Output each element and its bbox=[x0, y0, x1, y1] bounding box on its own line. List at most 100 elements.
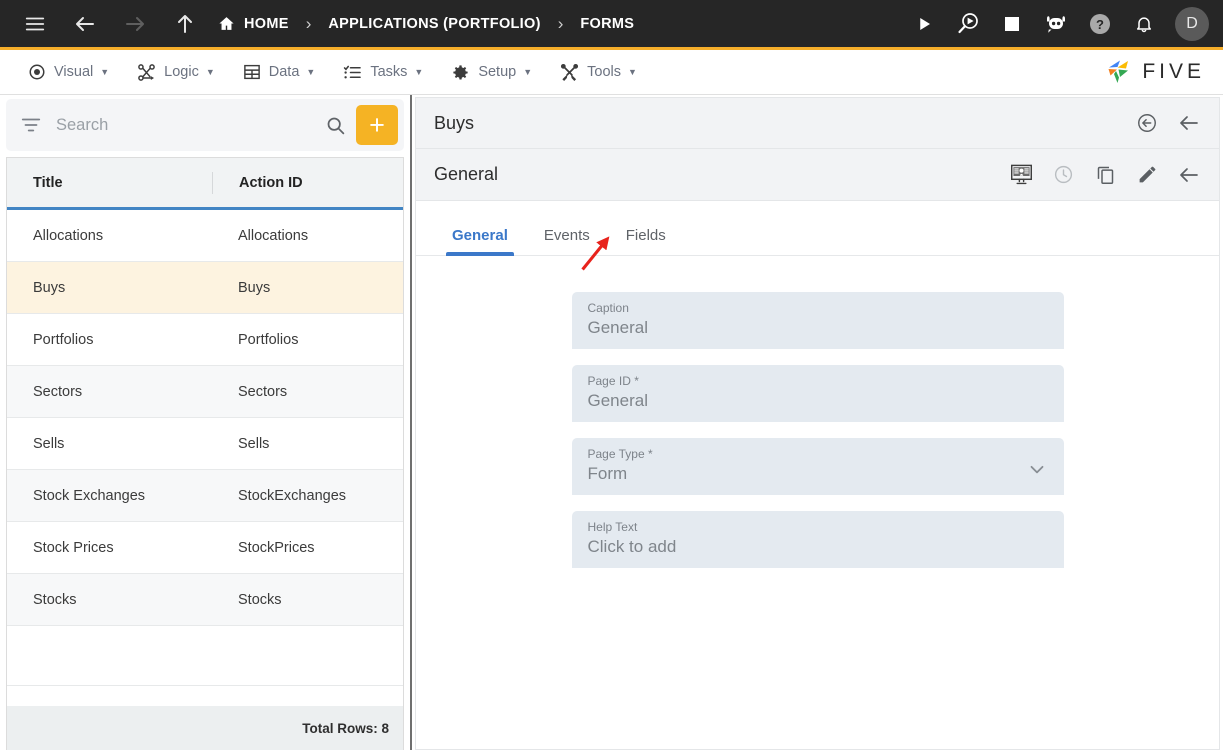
forms-grid-body: Allocations Allocations Buys Buys Portfo… bbox=[7, 210, 403, 706]
add-form-button[interactable]: + bbox=[356, 105, 398, 145]
tab-fields[interactable]: Fields bbox=[608, 227, 684, 255]
tab-general[interactable]: General bbox=[434, 227, 526, 256]
help-text-field[interactable]: Help Text Click to add bbox=[571, 511, 1064, 568]
duplicate-icon[interactable] bbox=[1093, 163, 1117, 187]
history-clock-icon bbox=[1051, 163, 1075, 187]
user-avatar[interactable]: D bbox=[1175, 6, 1209, 41]
cell-action-id: StockPrices bbox=[238, 539, 315, 556]
page-id-field-value: General bbox=[587, 391, 648, 410]
cell-title: Sells bbox=[33, 435, 65, 452]
breadcrumb-separator-2: › bbox=[557, 14, 564, 33]
svg-text:?: ? bbox=[1096, 17, 1104, 32]
hamburger-menu-icon[interactable] bbox=[18, 7, 52, 41]
nav-up-icon[interactable] bbox=[168, 7, 202, 41]
form-preview-icon[interactable] bbox=[1009, 163, 1033, 187]
debug-icon[interactable] bbox=[951, 7, 985, 41]
table-row[interactable]: Allocations Allocations bbox=[7, 210, 403, 262]
application-menu-bar: Visual ▼ Logic ▼ Data ▼ Tasks ▼ Setup ▼ … bbox=[0, 47, 1223, 95]
menu-item-setup-label: Setup bbox=[478, 64, 517, 80]
page-header-actions bbox=[1009, 163, 1205, 187]
chevron-down-icon: ▼ bbox=[414, 67, 424, 77]
menu-item-tools-label: Tools bbox=[587, 64, 621, 80]
search-input[interactable] bbox=[56, 115, 315, 135]
general-form: Caption General Page ID * General Page T… bbox=[416, 256, 1219, 749]
column-header-action-id[interactable]: Action ID bbox=[212, 171, 403, 194]
notifications-icon[interactable] bbox=[1127, 7, 1161, 41]
grid-empty-space bbox=[7, 626, 403, 686]
page-type-field-value: Form bbox=[587, 464, 628, 483]
bot-icon[interactable] bbox=[1039, 7, 1073, 41]
table-row[interactable]: Sectors Sectors bbox=[7, 366, 403, 418]
cell-action-id: Stocks bbox=[238, 591, 282, 608]
caption-field[interactable]: Caption General bbox=[571, 292, 1064, 349]
cell-title: Stock Exchanges bbox=[33, 487, 146, 504]
menu-item-tasks-label: Tasks bbox=[370, 64, 408, 80]
breadcrumb-home[interactable]: HOME bbox=[218, 15, 289, 32]
five-logo: FIVE bbox=[1106, 58, 1205, 86]
column-header-title[interactable]: Title bbox=[7, 175, 212, 191]
cell-action-id: Allocations bbox=[238, 227, 309, 244]
menu-item-tasks[interactable]: Tasks ▼ bbox=[329, 50, 437, 94]
cell-action-id: StockExchanges bbox=[238, 487, 347, 504]
back-arrow-icon[interactable] bbox=[1177, 163, 1201, 187]
table-row[interactable]: Portfolios Portfolios bbox=[7, 314, 403, 366]
eye-icon bbox=[28, 63, 46, 81]
gear-icon bbox=[451, 63, 470, 82]
chevron-down-icon[interactable] bbox=[1026, 458, 1048, 480]
breadcrumb-forms-label: FORMS bbox=[580, 15, 635, 32]
run-icon[interactable] bbox=[907, 7, 941, 41]
search-icon[interactable] bbox=[315, 115, 356, 136]
page-type-field[interactable]: Page Type * Form bbox=[571, 438, 1064, 495]
form-detail-panel: Buys General General Events Fields Capti… bbox=[412, 95, 1223, 750]
page-type-field-label: Page Type * bbox=[587, 447, 653, 461]
table-row[interactable]: Stock Exchanges StockExchanges bbox=[7, 470, 403, 522]
caption-field-label: Caption bbox=[587, 301, 629, 315]
help-text-field-label: Help Text bbox=[587, 520, 638, 534]
add-form-button-label: + bbox=[369, 109, 385, 140]
menu-item-logic[interactable]: Logic ▼ bbox=[123, 50, 229, 94]
menu-item-data-label: Data bbox=[268, 64, 300, 80]
stop-icon[interactable] bbox=[995, 7, 1029, 41]
page-title: General bbox=[434, 164, 499, 184]
form-detail-card: General Events Fields Caption General Pa… bbox=[415, 201, 1220, 750]
cell-title: Buys bbox=[33, 279, 66, 296]
breadcrumb-forms[interactable]: FORMS bbox=[580, 16, 634, 32]
table-row[interactable]: Buys Buys bbox=[7, 262, 403, 314]
table-row[interactable]: Sells Sells bbox=[7, 418, 403, 470]
nav-back-icon[interactable] bbox=[68, 7, 102, 41]
chevron-down-icon: ▼ bbox=[205, 67, 215, 77]
edit-pencil-icon[interactable] bbox=[1135, 163, 1159, 187]
breadcrumb-applications-label: APPLICATIONS (PORTFOLIO) bbox=[328, 15, 541, 32]
help-icon[interactable]: ? bbox=[1083, 7, 1117, 41]
chevron-down-icon: ▼ bbox=[100, 67, 110, 77]
nav-forward-icon[interactable] bbox=[118, 7, 152, 41]
cell-title: Stocks bbox=[33, 591, 77, 608]
flow-nodes-icon bbox=[137, 63, 156, 82]
record-header-actions bbox=[1135, 111, 1205, 135]
table-row[interactable]: Stocks Stocks bbox=[7, 574, 403, 626]
page-id-field[interactable]: Page ID * General bbox=[571, 365, 1064, 422]
table-row[interactable]: Stock Prices StockPrices bbox=[7, 522, 403, 574]
table-grid-icon bbox=[243, 63, 261, 81]
page-id-field-label: Page ID * bbox=[587, 374, 639, 388]
cell-title: Stock Prices bbox=[33, 539, 114, 556]
menu-item-tools[interactable]: Tools ▼ bbox=[546, 50, 651, 94]
search-bar: + bbox=[6, 99, 404, 151]
menu-item-data[interactable]: Data ▼ bbox=[229, 50, 330, 94]
tools-icon bbox=[560, 63, 579, 82]
cell-action-id: Portfolios bbox=[238, 331, 299, 348]
breadcrumb-applications[interactable]: APPLICATIONS (PORTFOLIO) bbox=[328, 16, 540, 32]
back-arrow-icon[interactable] bbox=[1177, 111, 1201, 135]
cell-title: Sectors bbox=[33, 383, 83, 400]
cell-action-id: Buys bbox=[238, 279, 271, 296]
five-wordmark: FIVE bbox=[1142, 60, 1205, 83]
forms-grid: Title Action ID Allocations Allocations … bbox=[6, 157, 404, 750]
revert-circle-icon[interactable] bbox=[1135, 111, 1159, 135]
forms-grid-header: Title Action ID bbox=[7, 158, 403, 210]
checklist-icon bbox=[343, 63, 362, 82]
tab-events[interactable]: Events bbox=[526, 227, 608, 255]
menu-item-setup[interactable]: Setup ▼ bbox=[437, 50, 546, 94]
menu-item-visual-label: Visual bbox=[54, 64, 94, 80]
filter-icon[interactable] bbox=[20, 114, 42, 136]
menu-item-visual[interactable]: Visual ▼ bbox=[14, 50, 123, 94]
